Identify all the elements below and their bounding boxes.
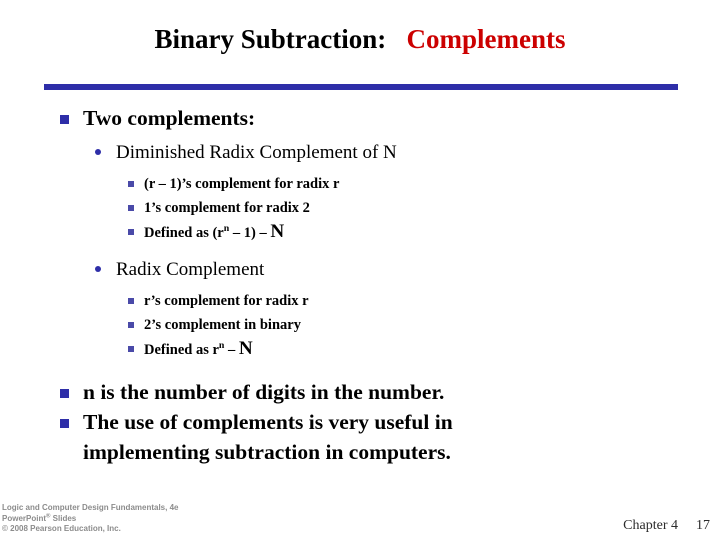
rc-definition-prefix: Defined as r <box>144 342 219 358</box>
bullet-complement-usefulness-label: The use of complements is very useful in <box>83 410 453 434</box>
bullet-n-definition: n is the number of digits in the number. <box>0 378 720 407</box>
square-bullet-icon <box>60 408 83 437</box>
bullet-radix-complement: Radix Complement <box>0 256 720 283</box>
bullet-complement-usefulness: The use of complements is very useful in <box>0 408 720 437</box>
footer-credit-line-2: PowerPoint® Slides <box>2 513 178 525</box>
bullet-rc-item-2: 2’s complement in binary <box>0 313 720 337</box>
dr-definition-prefix: Defined as (r <box>144 225 224 241</box>
bullet-diminished-radix-complement-label: Diminished Radix Complement of N <box>116 142 397 163</box>
bullet-rc-definition: Defined as rn – N <box>0 337 720 362</box>
bullet-dr-definition: Defined as (rn – 1) – N <box>0 220 720 245</box>
bullet-dr-item-1-label: (r – 1)’s complement for radix r <box>144 176 340 192</box>
bullet-rc-definition-label: Defined as rn – N <box>144 337 253 362</box>
rc-definition-operand: N <box>238 338 253 359</box>
bullet-complement-usefulness-line2: implementing subtraction in computers. <box>83 440 451 464</box>
round-bullet-icon <box>95 139 116 166</box>
square-bullet-icon <box>128 313 144 337</box>
bullet-two-complements: Two complements: <box>0 104 720 133</box>
footer-chapter-block: Chapter 4 17 <box>623 518 710 534</box>
footer-credit-line-1: Logic and Computer Design Fundamentals, … <box>2 503 179 512</box>
square-bullet-icon <box>128 289 144 313</box>
bullet-n-definition-label: n is the number of digits in the number. <box>83 380 445 404</box>
footer-credit-line-3: © 2008 Pearson Education, Inc. <box>2 524 121 533</box>
page-title: Binary Subtraction: Complements <box>0 22 720 56</box>
slide-body: Two complements: Diminished Radix Comple… <box>0 104 720 467</box>
dr-definition-middle: – 1) – <box>229 225 271 241</box>
footer-slides-label: Slides <box>50 513 77 523</box>
bullet-dr-item-2-label: 1’s complement for radix 2 <box>144 200 310 216</box>
page-title-main: Binary Subtraction: <box>154 24 387 54</box>
bullet-radix-complement-label: Radix Complement <box>116 259 265 280</box>
bullet-two-complements-label: Two complements: <box>83 106 256 130</box>
rc-definition-middle: – <box>224 342 239 358</box>
footer-page-number: 17 <box>696 518 710 533</box>
bullet-dr-definition-label: Defined as (rn – 1) – N <box>144 220 284 245</box>
round-bullet-icon <box>95 256 116 283</box>
title-divider-rule <box>44 84 678 90</box>
bullet-diminished-radix-complement: Diminished Radix Complement of N <box>0 139 720 166</box>
page-title-accent: Complements <box>406 24 566 54</box>
square-bullet-icon <box>60 104 83 133</box>
bullet-rc-item-1: r’s complement for radix r <box>0 289 720 313</box>
square-bullet-icon <box>128 172 144 196</box>
square-bullet-icon <box>128 196 144 220</box>
bullet-rc-item-1-label: r’s complement for radix r <box>144 293 309 309</box>
square-bullet-icon <box>128 220 144 244</box>
bullet-dr-item-1: (r – 1)’s complement for radix r <box>0 172 720 196</box>
dr-definition-operand: N <box>270 221 285 242</box>
footer-powerpoint-label: PowerPoint <box>2 513 47 523</box>
bullet-dr-item-2: 1’s complement for radix 2 <box>0 196 720 220</box>
footer-chapter-label: Chapter 4 <box>623 518 678 533</box>
footer-credit-block: Logic and Computer Design Fundamentals, … <box>2 503 178 535</box>
bullet-rc-item-2-label: 2’s complement in binary <box>144 317 301 333</box>
square-bullet-icon <box>60 378 83 407</box>
square-bullet-icon <box>128 337 144 361</box>
